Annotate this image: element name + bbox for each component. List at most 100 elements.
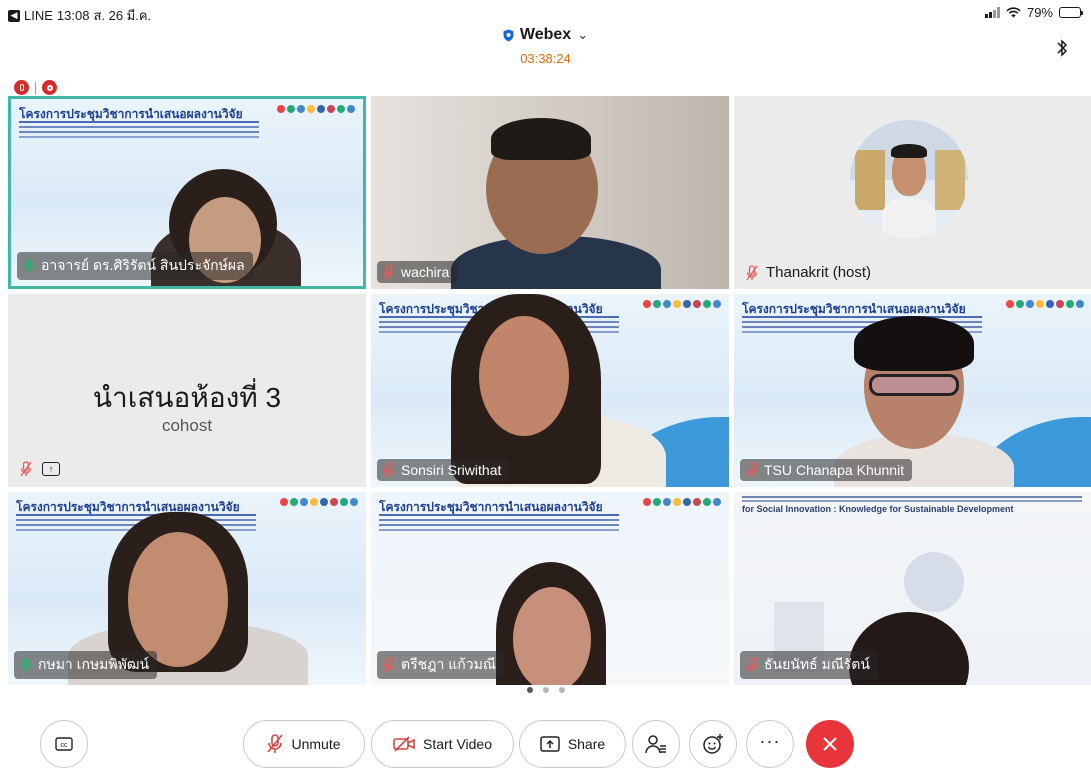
video-tile[interactable]: for Social Innovation : Knowledge for Su…	[734, 492, 1091, 685]
participant-name: อาจารย์ ดร.ศิริรัตน์ สินประจักษ์ผล	[41, 257, 245, 273]
mic-off-icon	[746, 657, 758, 673]
participants-button[interactable]	[632, 720, 680, 768]
share-button[interactable]: Share	[519, 720, 626, 768]
video-tile[interactable]: นำเสนอห้องที่ 3 cohost ↑	[8, 294, 366, 487]
video-tile[interactable]: โครงการประชุมวิชาการนำเสนอผลงานวิจัย ตรี…	[371, 492, 729, 685]
leave-meeting-button[interactable]	[806, 720, 854, 768]
slide-text-lines	[379, 514, 619, 516]
sponsor-logos	[1006, 300, 1084, 308]
video-tile[interactable]: โครงการประชุมวิชาการนำเสนอผลงานวิจัย Son…	[371, 294, 729, 487]
participant-name-tag: TSU Chanapa Khunnit	[740, 459, 913, 481]
record-icon[interactable]	[42, 80, 57, 95]
unmute-button[interactable]: Unmute	[243, 720, 365, 768]
video-tile[interactable]: wachira	[371, 96, 729, 289]
video-tile[interactable]: Thanakrit (host)	[734, 96, 1091, 289]
reactions-icon	[703, 734, 723, 754]
mic-off-icon	[383, 462, 395, 478]
start-video-label: Start Video	[422, 736, 492, 752]
divider	[35, 81, 36, 94]
page-dot[interactable]	[526, 687, 533, 693]
battery-percent: 79%	[1026, 5, 1053, 20]
mic-off-icon	[383, 657, 395, 673]
more-icon: ···	[759, 730, 781, 751]
participant-name-tag: ธันยนัทธ์ มณีรัตน์	[740, 651, 878, 679]
participant-face	[513, 587, 591, 685]
bluetooth-icon	[1057, 39, 1068, 57]
close-icon	[823, 737, 837, 751]
slide-text-lines	[742, 316, 982, 318]
participant-name: ตรีชฎา แก้วมณี	[401, 656, 496, 672]
cc-icon: cc	[55, 737, 73, 751]
wifi-icon	[1006, 7, 1021, 18]
participant-face	[128, 532, 228, 667]
participant-name: กษมา เกษมพิพัฒน์	[38, 656, 150, 672]
participants-icon	[645, 735, 666, 754]
video-tile[interactable]: โครงการประชุมวิชาการนำเสนอผลงานวิจัย TSU…	[734, 294, 1091, 487]
page-indicator[interactable]	[0, 687, 1091, 693]
avatar-shirt	[882, 198, 936, 238]
slide-text-lines	[742, 496, 1082, 498]
status-left: ◀ LINE 13:08 ส. 26 มี.ค.	[8, 5, 151, 26]
video-tile[interactable]: โครงการประชุมวิชาการนำเสนอผลงานวิจัย อาจ…	[8, 96, 366, 289]
video-off-icon	[393, 736, 415, 752]
slide-text-lines	[16, 514, 256, 516]
reactions-button[interactable]	[689, 720, 737, 768]
avatar-building	[855, 150, 885, 210]
page-dot[interactable]	[542, 687, 549, 693]
participant-display-name: นำเสนอห้องที่ 3	[92, 382, 282, 413]
back-arrow-icon[interactable]: ◀	[8, 9, 20, 22]
back-app-label[interactable]: LINE	[24, 8, 53, 23]
captions-button[interactable]: cc	[40, 720, 88, 768]
page-dot[interactable]	[558, 687, 565, 693]
mic-on-icon	[20, 658, 32, 672]
mic-on-icon	[23, 259, 35, 273]
sharing-icon: ↑	[42, 462, 60, 476]
slide-caption: for Social Innovation : Knowledge for Su…	[742, 504, 1014, 514]
meeting-controls: cc Unmute Start Video Share ···	[0, 720, 1091, 770]
sponsor-logos	[643, 300, 721, 308]
participant-face	[479, 316, 569, 436]
sponsor-logos	[643, 498, 721, 506]
shield-icon	[503, 29, 514, 41]
participant-name-tag: Sonsiri Sriwithat	[377, 459, 510, 481]
recording-indicators	[14, 80, 57, 95]
participant-status-icons: ↑	[20, 461, 60, 477]
participant-role: cohost	[161, 416, 213, 435]
status-time: 13:08	[56, 8, 90, 23]
mic-off-icon	[746, 264, 758, 280]
mic-off-icon	[267, 734, 284, 753]
share-label: Share	[567, 736, 606, 752]
app-title-dropdown[interactable]: Webex ⌄	[503, 26, 588, 44]
participant-name-tag: wachira	[377, 261, 458, 283]
muted-recording-icon	[14, 80, 29, 95]
share-icon	[540, 736, 560, 752]
status-bar: ◀ LINE 13:08 ส. 26 มี.ค. 79%	[0, 0, 1091, 24]
meeting-header: Webex ⌄ 03:38:24	[0, 24, 1091, 68]
mic-off-icon	[383, 264, 395, 280]
participant-name-tag: กษมา เกษมพิพัฒน์	[14, 651, 158, 679]
participant-name: ธันยนัทธ์ มณีรัตน์	[764, 656, 870, 672]
signal-icon	[984, 7, 1000, 18]
status-date: ส. 26 มี.ค.	[93, 8, 152, 23]
slide-illustration	[904, 552, 964, 612]
participant-name: wachira	[401, 264, 450, 280]
participant-name: TSU Chanapa Khunnit	[764, 462, 905, 478]
participant-name-tag: ตรีชฎา แก้วมณี	[377, 651, 504, 679]
participant-hair	[491, 118, 591, 160]
status-right: 79%	[984, 5, 1083, 20]
start-video-button[interactable]: Start Video	[371, 720, 514, 768]
mic-off-icon	[20, 461, 32, 477]
meeting-timer: 03:38:24	[520, 50, 571, 66]
participant-glasses	[869, 374, 959, 396]
sponsor-logos	[277, 105, 355, 113]
participant-name-tag: Thanakrit (host)	[746, 264, 871, 281]
participant-name: Thanakrit (host)	[766, 264, 872, 281]
video-tile[interactable]: โครงการประชุมวิชาการนำเสนอผลงานวิจัย กษม…	[8, 492, 366, 685]
chevron-down-icon: ⌄	[577, 27, 589, 42]
sponsor-logos	[280, 498, 358, 506]
participant-name: Sonsiri Sriwithat	[401, 462, 502, 478]
more-button[interactable]: ···	[746, 720, 794, 768]
participant-name-tag: อาจารย์ ดร.ศิริรัตน์ สินประจักษ์ผล	[17, 252, 253, 280]
battery-icon	[1059, 7, 1083, 18]
participant-hair	[854, 316, 974, 371]
